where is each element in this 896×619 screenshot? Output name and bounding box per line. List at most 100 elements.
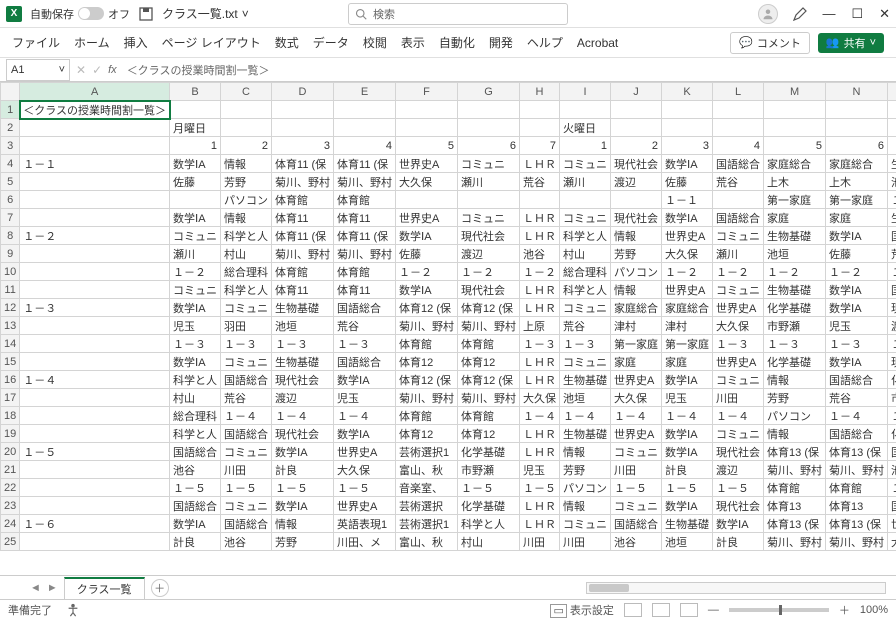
cell[interactable]: コミュニ [170,281,221,299]
autosave-toggle[interactable]: 自動保存 オフ [30,6,130,22]
cell[interactable]: 荒谷 [888,245,896,263]
cell[interactable]: 国語総合 [170,497,221,515]
cell[interactable]: 体育11 [272,281,334,299]
cell[interactable]: 芳野 [611,245,662,263]
cell[interactable]: コミュニ [713,227,764,245]
ribbon-tab[interactable]: データ [313,34,349,51]
cell[interactable]: 世界史A [662,281,713,299]
row-header[interactable]: 24 [1,515,20,533]
cell[interactable] [20,353,170,371]
cell[interactable]: 数学ⅠA [170,299,221,317]
cell[interactable]: コミュニ [560,353,611,371]
cell[interactable]: 大久保 [713,317,764,335]
cell[interactable]: 数学ⅠA [662,371,713,389]
column-header[interactable]: H [520,83,560,101]
cell[interactable]: 荒谷 [560,317,611,335]
column-header[interactable]: I [560,83,611,101]
cell[interactable]: １－４ [520,407,560,425]
cell[interactable] [458,101,520,119]
cell[interactable]: 体育13 (保 [826,515,888,533]
cell[interactable]: 体育11 (保 [272,227,334,245]
cell[interactable] [20,119,170,137]
cell[interactable]: 佐藤 [662,173,713,191]
minimize-button[interactable]: — [822,6,835,22]
cell[interactable]: コミュニ [458,155,520,173]
cell[interactable]: 村山 [221,245,272,263]
cell[interactable]: 1 [170,137,221,155]
sheet-nav-left-icon[interactable]: ◄ [30,582,41,594]
zoom-out-button[interactable]: — [708,604,719,616]
cell[interactable] [713,101,764,119]
cell[interactable]: 芳野 [221,173,272,191]
cell[interactable] [334,119,396,137]
cell[interactable]: 菊川、野村 [272,245,334,263]
column-header[interactable]: A [20,83,170,101]
cell[interactable]: ＬＨＲ [520,281,560,299]
cell[interactable] [560,101,611,119]
cell[interactable]: 科学と人 [170,425,221,443]
cell[interactable]: 家庭 [611,353,662,371]
cell[interactable]: 情報 [221,209,272,227]
cell[interactable] [713,119,764,137]
cell[interactable]: １－２ [662,263,713,281]
cell[interactable]: 瀬川 [458,173,520,191]
column-header[interactable]: N [826,83,888,101]
cell[interactable]: １－２ [888,263,896,281]
row-header[interactable]: 21 [1,461,20,479]
cell[interactable]: １－４ [560,407,611,425]
row-header[interactable]: 1 [1,101,20,119]
cell[interactable] [20,461,170,479]
cell[interactable]: コミュニ [560,515,611,533]
cell[interactable] [458,191,520,209]
cell[interactable]: 体育12 [396,425,458,443]
cell[interactable] [170,191,221,209]
cell[interactable]: 現代社会 [713,497,764,515]
column-header[interactable]: C [221,83,272,101]
cell[interactable]: 池垣 [560,389,611,407]
row-header[interactable]: 16 [1,371,20,389]
cell[interactable]: 世界史A [888,515,896,533]
cell[interactable]: コミュニ [611,497,662,515]
cell[interactable]: 月曜日 [170,119,221,137]
row-header[interactable]: 5 [1,173,20,191]
row-header[interactable]: 20 [1,443,20,461]
cell[interactable]: コミュニ [221,497,272,515]
cell[interactable]: 数学ⅠA [826,299,888,317]
cell[interactable]: 化学基礎 [888,371,896,389]
cell[interactable]: パソコン [560,479,611,497]
sheet-nav-right-icon[interactable]: ► [47,582,58,594]
cell[interactable]: 数学ⅠA [334,425,396,443]
cell[interactable]: ＬＨＲ [520,497,560,515]
cell[interactable]: ＬＨＲ [520,443,560,461]
cell[interactable]: 川田 [520,533,560,551]
cell[interactable]: 川田 [221,461,272,479]
cell[interactable]: 家庭 [826,209,888,227]
cell[interactable]: 生物基礎 [560,371,611,389]
cell[interactable]: １－４ [713,407,764,425]
pen-icon[interactable] [792,6,808,22]
row-header[interactable]: 14 [1,335,20,353]
cell[interactable]: 1 [560,137,611,155]
cell[interactable]: 家庭総合 [826,155,888,173]
ribbon-tab[interactable]: 自動化 [439,34,475,51]
column-header[interactable]: K [662,83,713,101]
cell[interactable]: １－５ [334,479,396,497]
cell[interactable]: 化学基礎 [458,443,520,461]
cell[interactable]: 村山 [458,533,520,551]
cell[interactable]: 7 [520,137,560,155]
cell[interactable]: コミュニ [713,425,764,443]
cell[interactable]: 瀬川 [713,245,764,263]
cell[interactable]: 体育12 [396,353,458,371]
cell[interactable]: 4 [713,137,764,155]
cell[interactable]: 家庭総合 [611,299,662,317]
cell[interactable]: 体育12 (保 [396,299,458,317]
cell[interactable]: １－５ [713,479,764,497]
cell[interactable]: １－５ [170,479,221,497]
cell[interactable]: ＜クラスの授業時間割一覧＞ [20,101,170,119]
cell[interactable]: 科学と人 [221,227,272,245]
fx-icon[interactable]: fx [108,64,117,76]
cell[interactable]: 第一家庭 [662,335,713,353]
cell[interactable]: 国語総合 [611,515,662,533]
cell[interactable]: 渡辺 [458,245,520,263]
cell[interactable]: 生物基礎 [764,227,826,245]
